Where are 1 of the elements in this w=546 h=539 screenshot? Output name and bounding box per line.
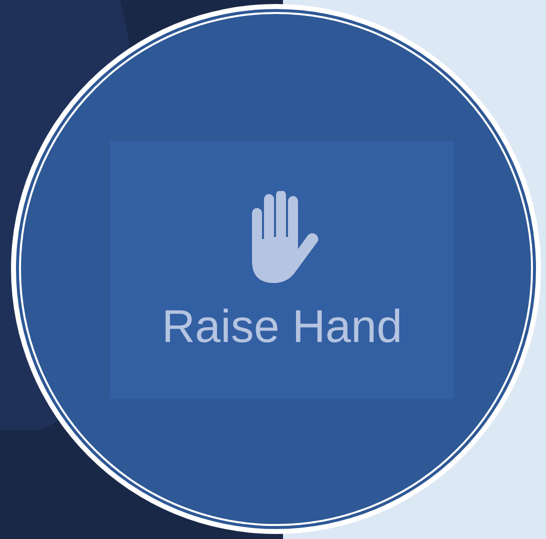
raise-hand-button[interactable]: Raise Hand (110, 141, 454, 399)
